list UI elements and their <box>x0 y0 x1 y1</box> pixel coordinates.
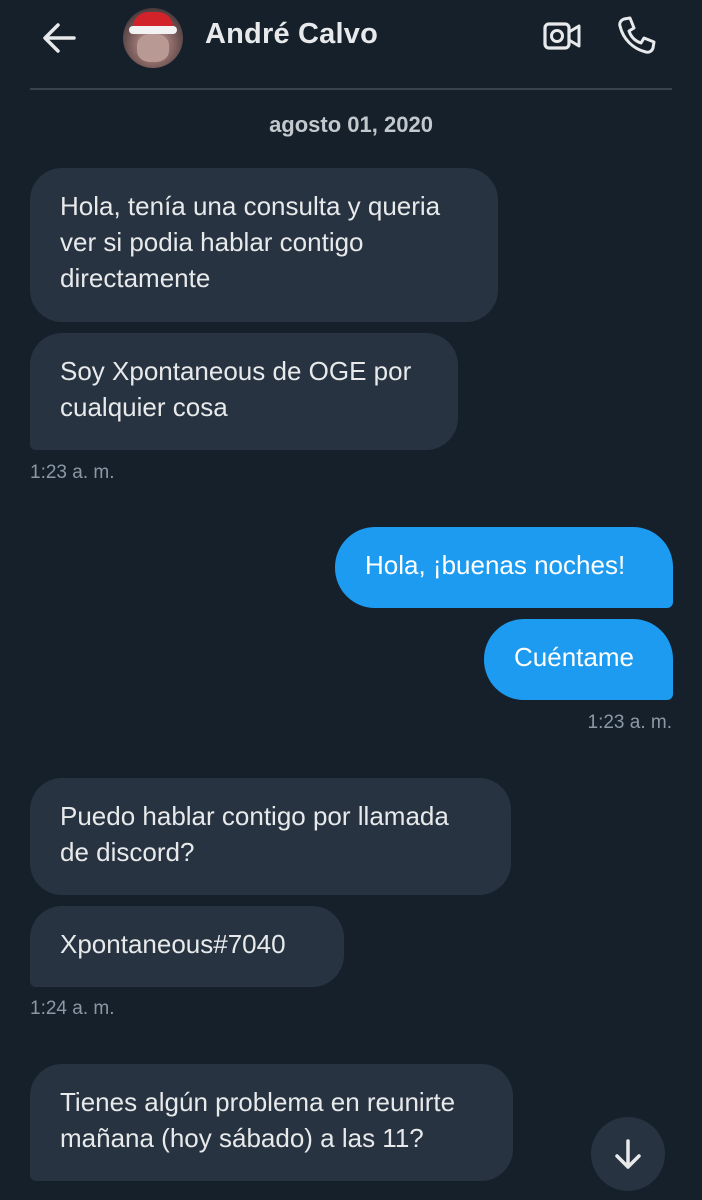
message-bubble-incoming[interactable]: Puedo hablar contigo por llamada de disc… <box>30 778 511 895</box>
scroll-to-bottom-button[interactable] <box>591 1117 665 1191</box>
phone-icon <box>618 16 656 54</box>
arrow-down-icon <box>615 1139 641 1169</box>
voice-call-button[interactable] <box>614 14 658 56</box>
arrow-left-icon <box>43 23 76 53</box>
date-separator: agosto 01, 2020 <box>269 112 433 137</box>
avatar[interactable] <box>123 8 183 68</box>
avatar-hat-band <box>129 26 177 34</box>
message-text: Hola, ¡buenas noches! <box>365 550 626 580</box>
message-timestamp: 1:23 a. m. <box>30 462 115 483</box>
conversation-header: André Calvo <box>0 0 702 88</box>
message-bubble-outgoing[interactable]: Cuéntame <box>484 619 673 700</box>
message-bubble-incoming[interactable]: Xpontaneous#7040 <box>30 906 344 987</box>
message-text: Cuéntame <box>514 642 634 672</box>
message-bubble-incoming[interactable]: Soy Xpontaneous de OGE por cualquier cos… <box>30 333 458 450</box>
header-divider <box>30 88 672 90</box>
message-text: Hola, tenía una consulta y queria ver si… <box>60 191 441 293</box>
message-timestamp: 1:24 a. m. <box>30 998 115 1019</box>
message-text: Soy Xpontaneous de OGE por cualquier cos… <box>60 356 412 422</box>
message-text: Xpontaneous#7040 <box>60 929 286 959</box>
avatar-face <box>137 34 169 62</box>
message-timestamp: 1:23 a. m. <box>587 712 673 733</box>
message-bubble-outgoing[interactable]: Hola, ¡buenas noches! <box>335 527 673 608</box>
back-button[interactable] <box>38 18 82 58</box>
message-bubble-incoming[interactable]: Hola, tenía una consulta y queria ver si… <box>30 168 498 322</box>
video-call-button[interactable] <box>540 16 584 56</box>
video-camera-icon <box>543 22 581 50</box>
message-bubble-incoming[interactable]: Tienes algún problema en reunirte mañana… <box>30 1064 513 1181</box>
contact-name[interactable]: André Calvo <box>205 18 378 51</box>
message-text: Puedo hablar contigo por llamada de disc… <box>60 801 449 867</box>
message-text: Tienes algún problema en reunirte mañana… <box>60 1087 456 1153</box>
